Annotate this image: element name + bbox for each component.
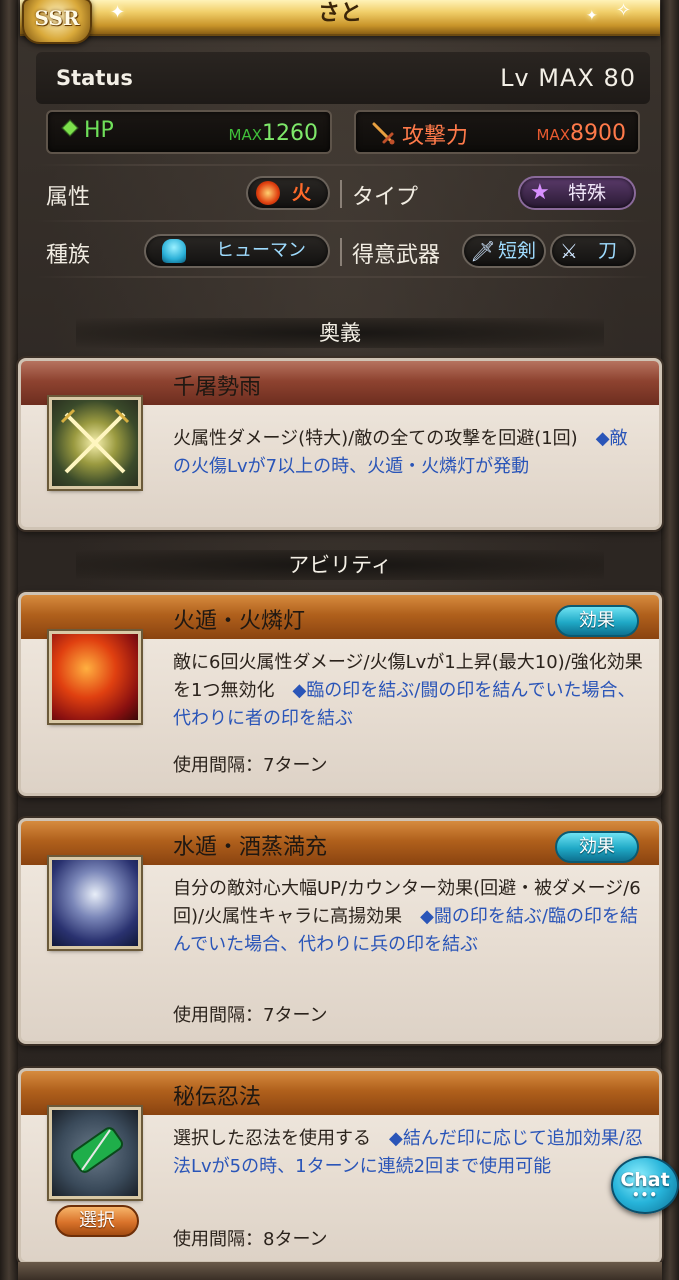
hp-stat-box: HP MAX1260 (46, 110, 332, 154)
fire-explosion-icon (49, 631, 141, 723)
ability-description: 自分の敵対心大幅UP/カウンター効果(回避・被ダメージ/6回)/火属性キャラに高… (173, 878, 641, 955)
attack-max-value: MAX8900 (536, 121, 626, 146)
effect-button[interactable]: 効果 (555, 605, 639, 637)
separator (340, 180, 342, 208)
left-ornament-border (0, 0, 18, 1280)
weapon-value: 刀 (598, 240, 618, 262)
ougi-section-heading: 奥義 (76, 318, 604, 348)
sword-icon (372, 122, 395, 145)
effect-button[interactable]: 効果 (555, 831, 639, 863)
attack-stat-box: 攻撃力 MAX8900 (354, 110, 640, 154)
ability-cooldown: 使用間隔：7ターン (173, 755, 328, 776)
scroll-icon (49, 1107, 141, 1199)
human-icon (162, 239, 186, 263)
weapon-pill-katana: ⚔ 刀 (550, 234, 636, 268)
ability-cooldown: 使用間隔：7ターン (173, 1005, 328, 1026)
type-value: 特殊 (568, 182, 607, 204)
status-panel: Status Lv MAX 80 HP MAX1260 攻撃力 MAX8900 … (36, 48, 650, 280)
weapon-value: 短剣 (498, 240, 537, 262)
level-label: Lv MAX 80 (500, 64, 636, 92)
status-label: Status (56, 66, 133, 90)
element-value: 火 (292, 182, 312, 204)
sparkle-icon: ✦ (586, 8, 598, 24)
water-mist-icon (49, 857, 141, 949)
divider (36, 164, 650, 166)
chat-dots-icon: ••• (631, 1188, 658, 1202)
ssr-rarity-badge: SSR (22, 0, 92, 44)
race-value: ヒューマン (216, 240, 306, 261)
katana-icon: ⚔ (560, 239, 578, 263)
chat-button[interactable]: Chat ••• (611, 1156, 679, 1214)
race-label: 種族 (46, 243, 91, 268)
right-ornament-border (661, 0, 679, 1280)
dagger-icon: 🗡 (470, 239, 496, 263)
title-banner: さと ✦ ✦ ✧ (20, 0, 660, 36)
ability-title: 火遁・火燐灯 (173, 609, 306, 634)
type-pill: ★ 特殊 (518, 176, 636, 210)
ability-description: 敵に6回火属性ダメージ/火傷Lvが1上昇(最大10)/強化効果を1つ無効化 ◆臨… (173, 652, 643, 729)
ability-title: 水遁・酒蒸満充 (173, 835, 328, 860)
ability-section-heading: アビリティ (76, 550, 604, 580)
character-detail-screen: さと ✦ ✦ ✧ SSR Status Lv MAX 80 HP MAX1260… (0, 0, 679, 1280)
fire-icon (256, 181, 280, 205)
separator (340, 238, 342, 266)
sparkle-icon: ✦ (110, 2, 126, 23)
weapon-pill-dagger: 🗡 短剣 (462, 234, 546, 268)
rarity-label: SSR (34, 6, 80, 30)
ougi-title: 千屠勢雨 (173, 375, 262, 400)
star-icon: ★ (530, 180, 550, 205)
ability-title: 秘伝忍法 (173, 1085, 262, 1110)
ability-description: 選択した忍法を使用する ◆結んだ印に応じて追加効果/忍法Lvが5の時、1ターンに… (173, 1128, 643, 1177)
select-button[interactable]: 選択 (55, 1205, 139, 1237)
element-pill: 火 (246, 176, 330, 210)
ability-card[interactable]: 秘伝忍法 選択 選択した忍法を使用する ◆結んだ印に応じて追加効果/忍法Lvが5… (18, 1068, 662, 1264)
type-label: タイプ (352, 185, 419, 210)
ability-card[interactable]: 水遁・酒蒸満充 効果 自分の敵対心大幅UP/カウンター効果(回避・被ダメージ/6… (18, 818, 662, 1044)
ougi-description: 火属性ダメージ(特大)/敵の全ての攻撃を回避(1回) ◆敵の火傷Lvが7以上の時… (173, 428, 628, 477)
status-header: Status Lv MAX 80 (36, 52, 650, 104)
divider (36, 276, 650, 278)
attack-label: 攻撃力 (402, 124, 469, 149)
bottom-panel-edge (18, 1262, 662, 1280)
crossed-swords-icon (49, 397, 141, 489)
divider (36, 220, 650, 222)
race-pill: ヒューマン (144, 234, 330, 268)
ougi-card: 千屠勢雨 火属性ダメージ(特大)/敵の全ての攻撃を回避(1回) ◆敵の火傷Lvが… (18, 358, 662, 530)
hp-max-value: MAX1260 (228, 121, 318, 146)
sparkle-icon: ✧ (616, 0, 632, 21)
weapon-label: 得意武器 (352, 243, 441, 268)
gem-icon (61, 119, 79, 137)
element-label: 属性 (46, 185, 91, 210)
ability-card[interactable]: 火遁・火燐灯 効果 敵に6回火属性ダメージ/火傷Lvが1上昇(最大10)/強化効… (18, 592, 662, 796)
hp-label: HP (61, 118, 114, 143)
ability-cooldown: 使用間隔：8ターン (173, 1229, 328, 1250)
